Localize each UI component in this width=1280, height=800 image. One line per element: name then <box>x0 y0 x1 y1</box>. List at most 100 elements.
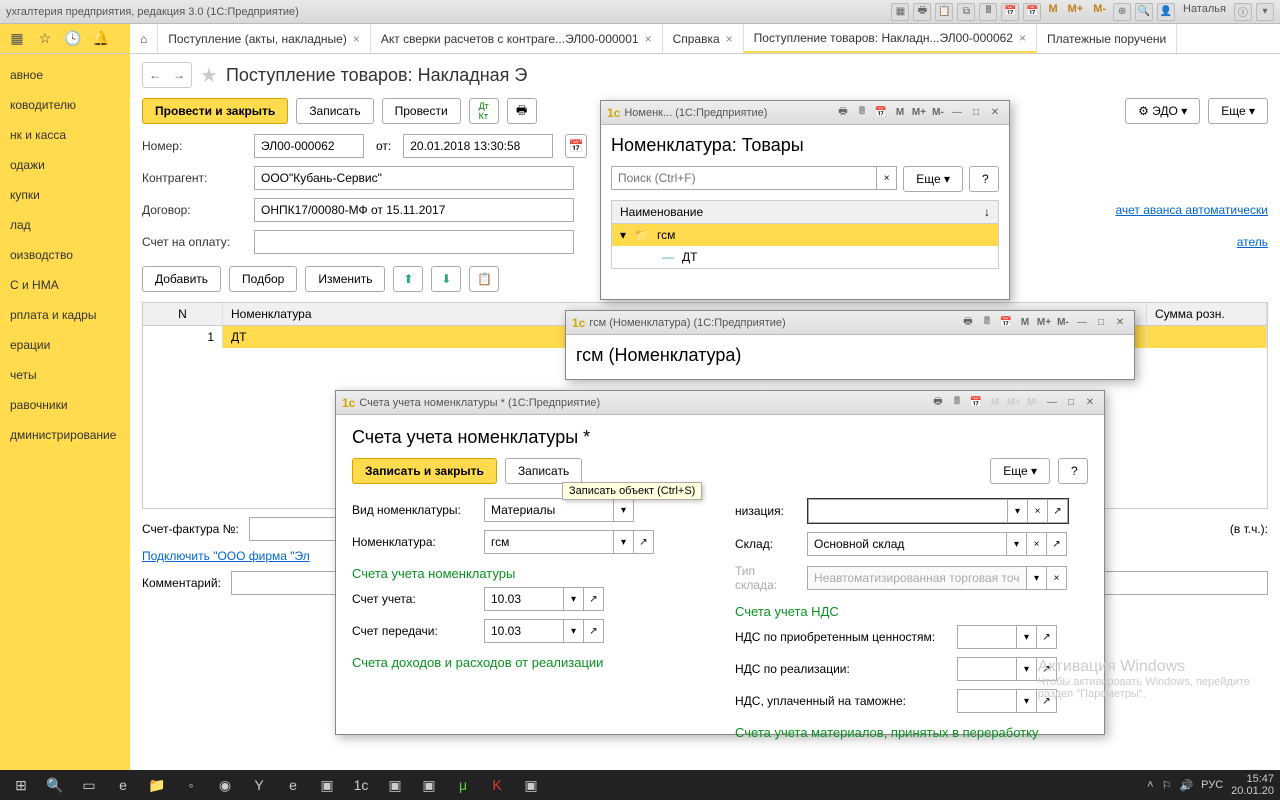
ie-icon[interactable]: e <box>278 773 308 797</box>
post-and-close-button[interactable]: Провести и закрыть <box>142 98 288 124</box>
calc-icon[interactable]: 🖩 <box>979 3 997 21</box>
close-icon[interactable]: ✕ <box>1082 395 1098 411</box>
sklad-input[interactable] <box>807 532 1007 556</box>
sidebar-item[interactable]: оизводство <box>0 240 130 270</box>
vid-input[interactable] <box>484 498 614 522</box>
clear-icon[interactable]: × <box>1027 532 1047 556</box>
open-icon[interactable]: ↗ <box>1047 532 1067 556</box>
lang-indicator[interactable]: РУС <box>1201 779 1223 791</box>
close-icon[interactable]: × <box>353 32 360 46</box>
clear-icon[interactable]: × <box>1028 499 1048 523</box>
dropdown-icon[interactable]: ▾ <box>614 530 634 554</box>
maximize-icon[interactable]: □ <box>1093 315 1109 331</box>
sidebar-item[interactable]: С и НМА <box>0 270 130 300</box>
calendar-icon[interactable]: 📅 <box>873 105 889 121</box>
sidebar-item[interactable]: нк и касса <box>0 120 130 150</box>
sidebar-item[interactable]: равочники <box>0 390 130 420</box>
tab-item[interactable]: Поступление (акты, накладные)× <box>158 24 371 53</box>
titlebar-icon[interactable]: ▦ <box>891 3 909 21</box>
close-icon[interactable]: × <box>645 32 652 46</box>
up-icon[interactable]: ⬆ <box>393 266 423 292</box>
maximize-icon[interactable]: □ <box>968 105 984 121</box>
dropdown-icon[interactable]: ▾ <box>564 587 584 611</box>
mem-m[interactable]: M <box>892 105 908 121</box>
sidebar-item[interactable]: ерации <box>0 330 130 360</box>
sidebar-item[interactable]: купки <box>0 180 130 210</box>
sidebar-item[interactable]: авное <box>0 60 130 90</box>
down-icon[interactable]: ⬇ <box>431 266 461 292</box>
change-button[interactable]: Изменить <box>305 266 385 292</box>
calendar-picker-icon[interactable]: 📅 <box>565 134 587 158</box>
info-icon[interactable]: ⓘ <box>1234 3 1252 21</box>
chrome-icon[interactable]: ◉ <box>210 773 240 797</box>
mem-mm[interactable]: M- <box>1055 315 1071 331</box>
favorite-star-icon[interactable]: ★ <box>200 63 218 88</box>
connect-link[interactable]: Подключить "ООО фирма "Эл <box>142 549 310 563</box>
write-button[interactable]: Записать <box>296 98 373 124</box>
maximize-icon[interactable]: □ <box>1063 395 1079 411</box>
dropdown-icon[interactable]: ▾ <box>1008 499 1028 523</box>
calendar-icon[interactable]: 📅 <box>968 395 984 411</box>
mem-mp[interactable]: M+ <box>1036 315 1052 331</box>
minimize-icon[interactable]: — <box>1074 315 1090 331</box>
select-button[interactable]: Подбор <box>229 266 297 292</box>
open-icon[interactable]: ↗ <box>584 619 604 643</box>
more-button[interactable]: Еще ▾ <box>903 166 963 192</box>
sf-number-input[interactable] <box>249 517 349 541</box>
explorer-icon[interactable]: 📁 <box>142 773 172 797</box>
atel-link[interactable]: атель <box>1237 235 1268 249</box>
dropdown-icon[interactable]: ▾ <box>1256 3 1274 21</box>
tree-item-gsm[interactable]: ▾ 📁 гсм <box>612 224 998 246</box>
more-button[interactable]: Еще ▾ <box>1208 98 1268 124</box>
more-button[interactable]: Еще ▾ <box>990 458 1050 484</box>
minimize-icon[interactable]: — <box>949 105 965 121</box>
user-icon[interactable]: 👤 <box>1157 3 1175 21</box>
sort-icon[interactable]: ↓ <box>984 205 990 219</box>
app-icon[interactable]: ◦ <box>176 773 206 797</box>
zoom-icon[interactable]: 🔍 <box>1135 3 1153 21</box>
bell-icon[interactable]: 🔔 <box>90 28 112 50</box>
print-icon[interactable]: 🖶 <box>507 98 537 124</box>
close-icon[interactable]: × <box>1019 31 1026 45</box>
grid-icon[interactable]: ▦ <box>6 28 28 50</box>
app-icon[interactable]: ▣ <box>414 773 444 797</box>
calendar-icon[interactable]: 📅 <box>1001 3 1019 21</box>
calendar-icon[interactable]: 📅 <box>998 315 1014 331</box>
mem-mm[interactable]: M- <box>930 105 946 121</box>
mem-m[interactable]: M <box>1017 315 1033 331</box>
collapse-icon[interactable]: ▾ <box>620 228 626 242</box>
sidebar-item[interactable]: рплата и кадры <box>0 300 130 330</box>
dtkt-icon[interactable]: ДтКт <box>469 98 499 124</box>
sidebar-item[interactable]: четы <box>0 360 130 390</box>
titlebar-icon[interactable]: 📋 <box>935 3 953 21</box>
mem-m[interactable]: M <box>1045 3 1060 21</box>
post-button[interactable]: Провести <box>382 98 461 124</box>
close-icon[interactable]: ✕ <box>1112 315 1128 331</box>
open-icon[interactable]: ↗ <box>1037 689 1057 713</box>
avans-link[interactable]: ачет аванса автоматически <box>1115 203 1268 217</box>
tab-item-active[interactable]: Поступление товаров: Накладн...ЭЛ00-0000… <box>744 24 1037 53</box>
1c-icon[interactable]: 1c <box>346 773 376 797</box>
contract-input[interactable] <box>254 198 574 222</box>
open-icon[interactable]: ↗ <box>584 587 604 611</box>
forward-button[interactable]: → <box>167 63 191 87</box>
titlebar-icon[interactable]: ⧉ <box>957 3 975 21</box>
tray-icon[interactable]: ⚐ <box>1162 779 1172 792</box>
close-icon[interactable]: ✕ <box>987 105 1003 121</box>
dropdown-icon[interactable]: ▾ <box>1007 532 1027 556</box>
dropdown-icon[interactable]: ▾ <box>1017 657 1037 681</box>
schet-per-input[interactable] <box>484 619 564 643</box>
minimize-icon[interactable]: — <box>1044 395 1060 411</box>
tab-item[interactable]: Акт сверки расчетов с контраге...ЭЛ00-00… <box>371 24 663 53</box>
tab-item[interactable]: Платежные поручени <box>1037 24 1177 53</box>
mem-mp[interactable]: M+ <box>911 105 927 121</box>
history-icon[interactable]: 🕓 <box>62 28 84 50</box>
app-icon[interactable]: ▣ <box>380 773 410 797</box>
tree-item-dt[interactable]: — ДТ <box>612 246 998 268</box>
zoom-in-icon[interactable]: ⊕ <box>1113 3 1131 21</box>
clear-icon[interactable]: × <box>877 166 897 190</box>
titlebar-icon[interactable]: 🖶 <box>913 3 931 21</box>
sidebar-item[interactable]: ководителю <box>0 90 130 120</box>
org-input[interactable] <box>808 499 1008 523</box>
invoice-input[interactable] <box>254 230 574 254</box>
